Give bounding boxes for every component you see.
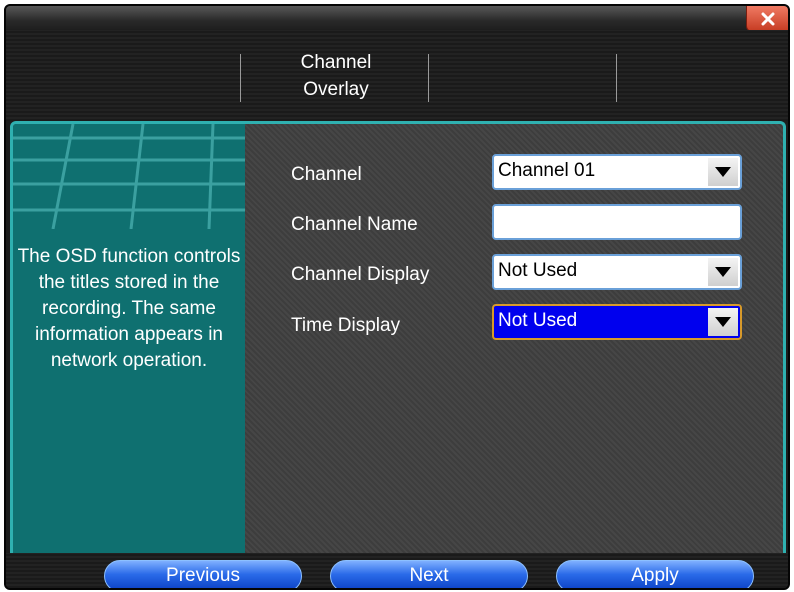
decorative-grid-pattern (13, 124, 245, 229)
time-display-select-value: Not Used (498, 310, 578, 331)
channel-select[interactable]: Channel 01 (492, 154, 742, 190)
channel-display-select-value: Not Used (498, 260, 578, 281)
apply-button[interactable]: Apply (556, 560, 754, 588)
tab-label: Channel Overlay (300, 52, 372, 100)
close-icon (761, 12, 775, 26)
time-display-label: Time Display (291, 315, 401, 336)
channel-display-select[interactable]: Not Used (492, 254, 742, 290)
title-bar (6, 6, 788, 32)
channel-select-value: Channel 01 (498, 160, 596, 181)
tab-divider (428, 54, 429, 102)
previous-button[interactable]: Previous (104, 560, 302, 588)
channel-label: Channel (291, 164, 362, 185)
channel-display-label: Channel Display (291, 264, 430, 285)
time-display-select[interactable]: Not Used (492, 304, 742, 340)
info-panel: The OSD function controls the titles sto… (13, 124, 245, 553)
chevron-down-icon (708, 158, 738, 186)
bottom-button-bar: Previous Next Apply (6, 553, 788, 588)
chevron-down-icon (708, 308, 738, 336)
tab-divider (240, 54, 241, 102)
chevron-down-icon (708, 258, 738, 286)
channel-name-input[interactable] (492, 204, 742, 240)
tab-divider (616, 54, 617, 102)
next-button[interactable]: Next (330, 560, 528, 588)
info-description: The OSD function controls the titles sto… (17, 246, 241, 371)
channel-name-label: Channel Name (291, 214, 418, 235)
tab-channel-overlay[interactable]: Channel Overlay (242, 42, 430, 110)
close-button[interactable] (746, 6, 788, 32)
tab-bar: Channel Overlay (6, 30, 788, 121)
settings-panel: The OSD function controls the titles sto… (10, 121, 786, 553)
osd-settings-window: Channel Overlay The OSD function control… (4, 4, 790, 590)
